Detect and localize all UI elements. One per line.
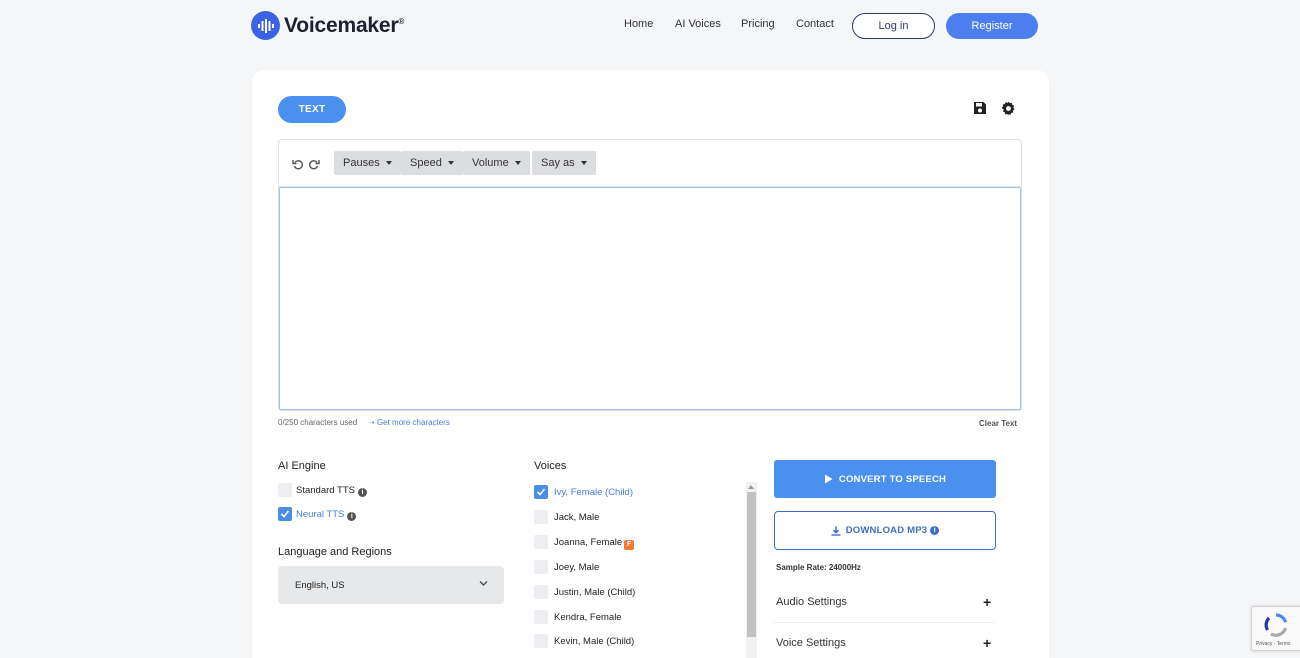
caret-down-icon: [385, 161, 392, 165]
info-icon[interactable]: i: [930, 526, 940, 535]
say-as-dropdown[interactable]: Say as: [532, 151, 596, 175]
voice-label[interactable]: Joanna, Female F: [554, 537, 635, 550]
voice-checkbox[interactable]: [534, 634, 548, 648]
voice-label[interactable]: Jack, Male: [554, 512, 599, 523]
voice-label[interactable]: Kendra, Female: [554, 612, 622, 623]
voices-scrollbar[interactable]: [746, 482, 757, 658]
pauses-dropdown[interactable]: Pauses: [334, 151, 401, 175]
voice-checkbox[interactable]: [534, 535, 548, 549]
caret-down-icon: [580, 161, 587, 165]
speed-dropdown[interactable]: Speed: [401, 151, 463, 175]
site-header: Voicemaker® Home AI Voices Pricing Conta…: [0, 0, 1300, 52]
login-button[interactable]: Log in: [852, 13, 935, 39]
info-icon[interactable]: i: [357, 488, 367, 497]
ai-engine-title: AI Engine: [278, 460, 326, 472]
text-editor: Pauses Speed Volume Say as: [278, 139, 1022, 411]
soundwave-icon: [251, 11, 280, 40]
plus-icon[interactable]: +: [983, 594, 991, 610]
download-icon: [831, 526, 841, 536]
voice-label[interactable]: Ivy, Female (Child): [554, 487, 633, 498]
clear-text-button[interactable]: Clear Text: [979, 419, 1017, 428]
nav-contact[interactable]: Contact: [796, 18, 834, 30]
caret-down-icon: [447, 161, 454, 165]
neural-tts-label: Neural TTS i: [296, 509, 357, 521]
download-mp3-button[interactable]: DOWNLOAD MP3 i: [774, 511, 996, 550]
voice-checkbox[interactable]: [534, 610, 548, 624]
text-input[interactable]: [279, 187, 1021, 410]
audio-settings-toggle[interactable]: Audio Settings: [776, 596, 994, 608]
redo-icon[interactable]: [308, 157, 320, 170]
standard-tts-checkbox[interactable]: [278, 483, 292, 497]
standard-tts-label: Standard TTS i: [296, 485, 367, 497]
register-button[interactable]: Register: [946, 13, 1038, 39]
caret-down-icon: [514, 161, 521, 165]
chevron-down-icon: [479, 581, 488, 586]
brand-logo[interactable]: Voicemaker®: [251, 11, 404, 40]
voice-label[interactable]: Joey, Male: [554, 562, 599, 573]
voice-checkbox[interactable]: [534, 585, 548, 599]
undo-icon[interactable]: [292, 157, 304, 170]
tab-text[interactable]: TEXT: [278, 96, 346, 123]
gear-icon[interactable]: [1001, 101, 1017, 117]
voice-label[interactable]: Kevin, Male (Child): [554, 636, 634, 647]
character-count: 0/250 characters used: [278, 418, 358, 427]
brand-name: Voicemaker®: [284, 13, 405, 37]
plus-icon[interactable]: +: [983, 635, 991, 651]
volume-dropdown[interactable]: Volume: [463, 151, 530, 175]
scroll-thumb[interactable]: [747, 492, 756, 637]
voice-checkbox[interactable]: [534, 485, 548, 499]
scroll-up-icon[interactable]: [748, 485, 754, 489]
get-more-characters-link[interactable]: ➝ Get more characters: [368, 418, 450, 427]
info-icon[interactable]: i: [347, 512, 357, 521]
feature-badge: F: [624, 540, 635, 550]
neural-tts-checkbox[interactable]: [278, 507, 292, 521]
convert-to-speech-button[interactable]: CONVERT TO SPEECH: [774, 460, 996, 498]
divider: [774, 622, 994, 623]
save-icon[interactable]: [973, 101, 989, 117]
voice-settings-toggle[interactable]: Voice Settings: [776, 637, 994, 649]
language-title: Language and Regions: [278, 546, 392, 558]
sample-rate: Sample Rate: 24000Hz: [776, 563, 861, 572]
voice-checkbox[interactable]: [534, 510, 548, 524]
play-icon: [824, 474, 833, 484]
voice-checkbox[interactable]: [534, 560, 548, 574]
voices-title: Voices: [534, 460, 567, 472]
voice-label[interactable]: Justin, Male (Child): [554, 587, 635, 598]
nav-ai-voices[interactable]: AI Voices: [675, 18, 721, 30]
nav-home[interactable]: Home: [624, 18, 653, 30]
language-select[interactable]: English, US: [278, 566, 504, 604]
editor-toolbar: Pauses Speed Volume Say as: [279, 140, 1021, 187]
recaptcha-links[interactable]: Privacy - Terms: [1256, 641, 1290, 647]
recaptcha-badge[interactable]: Privacy - Terms: [1251, 606, 1300, 651]
nav-pricing[interactable]: Pricing: [741, 18, 775, 30]
recaptcha-icon: [1264, 613, 1288, 637]
